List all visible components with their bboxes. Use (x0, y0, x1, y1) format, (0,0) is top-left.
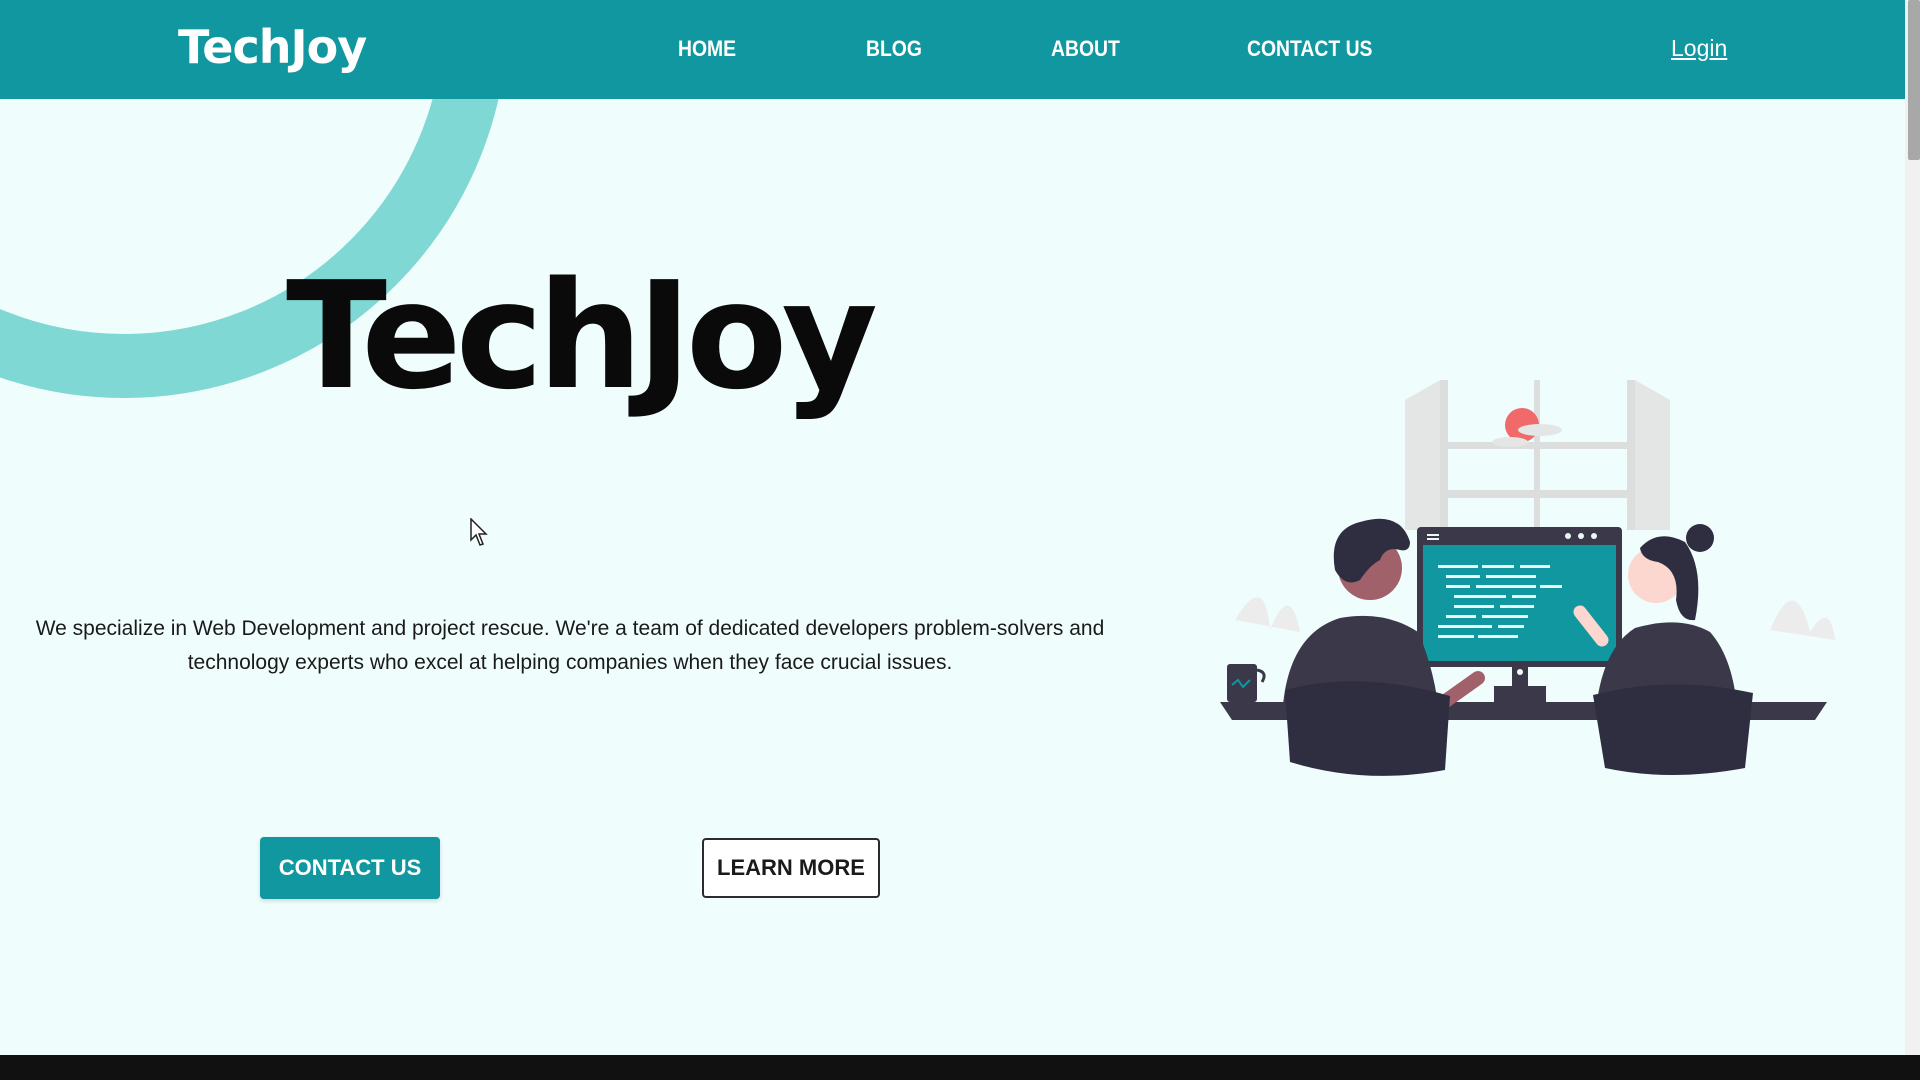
page-viewport: TechJoy HOME BLOG ABOUT CONTACT US Login… (0, 0, 1905, 1055)
vertical-scrollbar[interactable] (1905, 0, 1920, 1055)
brand-logo[interactable]: TechJoy (178, 20, 367, 74)
nav-link-contact-us[interactable]: CONTACT US (1247, 36, 1372, 62)
cloud-shape (1518, 424, 1562, 436)
nav-link-home[interactable]: HOME (678, 36, 736, 62)
login-link[interactable]: Login (1671, 35, 1727, 62)
top-navbar: TechJoy HOME BLOG ABOUT CONTACT US Login (0, 0, 1905, 99)
nav-link-blog[interactable]: BLOG (866, 36, 922, 62)
scrollbar-thumb[interactable] (1908, 0, 1920, 160)
plant-right-shape (1770, 600, 1835, 640)
bottom-edge-strip (0, 1055, 1920, 1080)
monitor-shape (1417, 527, 1622, 702)
window-frame-shape (1405, 380, 1670, 530)
contact-us-button[interactable]: CONTACT US (260, 837, 440, 899)
learn-more-button[interactable]: LEARN MORE (702, 838, 880, 898)
coffee-mug-shape (1227, 664, 1266, 702)
developers-at-computer-illustration (1220, 380, 1835, 776)
hero-title: TechJoy (286, 250, 878, 422)
plant-left-shape (1235, 597, 1300, 632)
hero-description: We specialize in Web Development and pro… (35, 617, 1105, 674)
nav-link-about[interactable]: ABOUT (1051, 36, 1120, 62)
mouse-cursor-icon (470, 518, 488, 546)
